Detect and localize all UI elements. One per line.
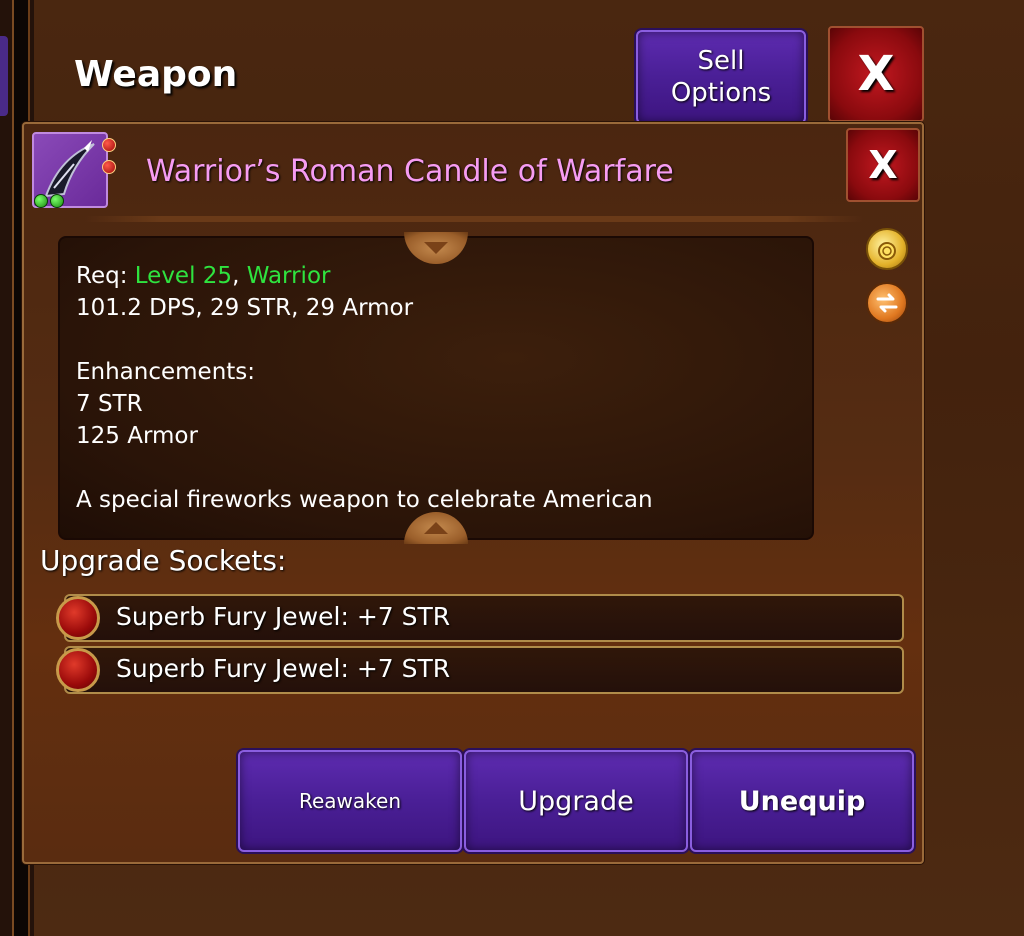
description-spacer xyxy=(76,452,796,484)
close-window-button[interactable]: X xyxy=(828,26,924,122)
item-name: Warrior’s Roman Candle of Warfare xyxy=(146,154,674,189)
description-spacer xyxy=(76,324,796,356)
sell-options-button[interactable]: Sell Options xyxy=(636,30,806,124)
enhancement-item: 7 STR xyxy=(76,391,143,417)
enhancement-gem-green-icon xyxy=(50,194,64,208)
requirement-line: Req: Level 25, Warrior xyxy=(76,260,796,292)
fury-jewel-icon xyxy=(56,596,100,640)
enhancement-gem-green-icon xyxy=(34,194,48,208)
requirement-class: Warrior xyxy=(246,263,331,289)
requirement-prefix: Req: xyxy=(76,263,135,289)
upgrade-button[interactable]: Upgrade xyxy=(464,750,688,852)
enhancements-label: Enhancements: xyxy=(76,359,256,385)
left-sidebar-tab[interactable] xyxy=(0,36,8,116)
page-title: Weapon xyxy=(74,54,238,95)
socket-gem-red-icon xyxy=(102,138,116,152)
chevron-up-icon xyxy=(424,522,448,534)
requirement-level: Level 25 xyxy=(134,263,233,289)
close-dialog-button[interactable]: X xyxy=(846,128,920,202)
socket-text: Superb Fury Jewel: +7 STR xyxy=(116,654,451,683)
item-description-box[interactable]: Req: Level 25, Warrior 101.2 DPS, 29 STR… xyxy=(58,236,814,540)
reawaken-button[interactable]: Reawaken xyxy=(238,750,462,852)
gold-bag-icon[interactable] xyxy=(866,228,908,270)
requirement-separator: , xyxy=(232,263,247,289)
fury-jewel-icon xyxy=(56,648,100,692)
swap-arrows-icon xyxy=(876,293,898,313)
swap-icon[interactable] xyxy=(866,282,908,324)
item-stats: 101.2 DPS, 29 STR, 29 Armor xyxy=(76,295,414,321)
socket-gem-red-icon xyxy=(102,160,116,174)
upgrade-sockets-label: Upgrade Sockets: xyxy=(40,544,287,577)
item-description-text: Req: Level 25, Warrior 101.2 DPS, 29 STR… xyxy=(76,260,796,516)
chevron-down-icon xyxy=(424,242,448,254)
socket-text: Superb Fury Jewel: +7 STR xyxy=(116,602,451,631)
enhancement-item: 125 Armor xyxy=(76,423,198,449)
coin-icon xyxy=(878,242,896,260)
unequip-button[interactable]: Unequip xyxy=(690,750,914,852)
title-divider xyxy=(84,216,864,222)
